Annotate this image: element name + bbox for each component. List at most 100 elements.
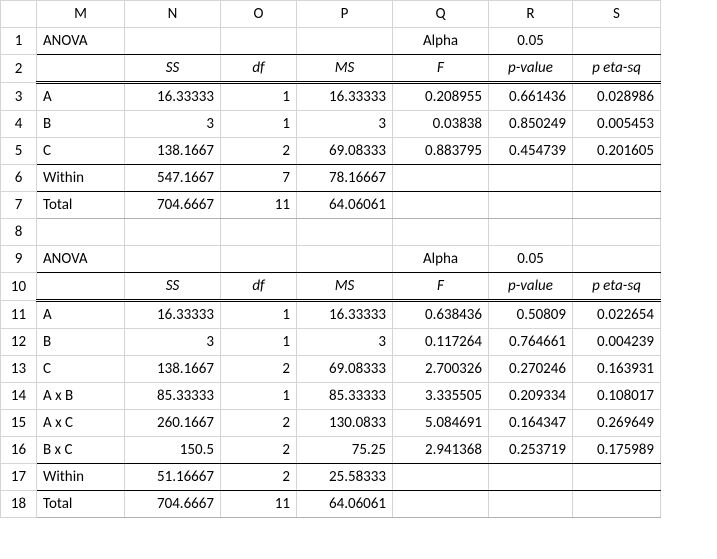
col-header-P[interactable]: P — [297, 1, 393, 28]
cell-Q6[interactable] — [393, 165, 489, 192]
cell-R11[interactable]: 0.50809 — [489, 301, 573, 329]
row-header-3[interactable]: 3 — [1, 83, 37, 111]
cell-N18[interactable]: 704.6667 — [125, 491, 221, 518]
col-header-R[interactable]: R — [489, 1, 573, 28]
cell-M18[interactable]: Total — [37, 491, 125, 518]
cell-M2[interactable] — [37, 55, 125, 83]
cell-N13[interactable]: 138.1667 — [125, 356, 221, 383]
cell-R13[interactable]: 0.270246 — [489, 356, 573, 383]
cell-R8[interactable] — [489, 219, 573, 246]
cell-O17[interactable]: 2 — [221, 464, 297, 491]
cell-Q18[interactable] — [393, 491, 489, 518]
cell-N9[interactable] — [125, 246, 221, 273]
col-header-M[interactable]: M — [37, 1, 125, 28]
cell-Q12[interactable]: 0.117264 — [393, 329, 489, 356]
cell-M4[interactable]: B — [37, 111, 125, 138]
cell-P4[interactable]: 3 — [297, 111, 393, 138]
cell-M9[interactable]: ANOVA — [37, 246, 125, 273]
row-header-1[interactable]: 1 — [1, 28, 37, 55]
cell-P16[interactable]: 75.25 — [297, 437, 393, 464]
cell-N5[interactable]: 138.1667 — [125, 138, 221, 165]
cell-P11[interactable]: 16.33333 — [297, 301, 393, 329]
cell-O2[interactable]: df — [221, 55, 297, 83]
cell-R17[interactable] — [489, 464, 573, 491]
cell-O12[interactable]: 1 — [221, 329, 297, 356]
cell-R6[interactable] — [489, 165, 573, 192]
cell-S13[interactable]: 0.163931 — [573, 356, 661, 383]
cell-P8[interactable] — [297, 219, 393, 246]
cell-O4[interactable]: 1 — [221, 111, 297, 138]
cell-S2[interactable]: p eta-sq — [573, 55, 661, 83]
cell-O15[interactable]: 2 — [221, 410, 297, 437]
row-header-2[interactable]: 2 — [1, 55, 37, 83]
spreadsheet-grid[interactable]: M N O P Q R S 1 ANOVA Alpha 0.05 2 SS df… — [0, 0, 661, 518]
row-header-9[interactable]: 9 — [1, 246, 37, 273]
cell-O7[interactable]: 11 — [221, 192, 297, 219]
col-header-S[interactable]: S — [573, 1, 661, 28]
cell-M3[interactable]: A — [37, 83, 125, 111]
cell-S4[interactable]: 0.005453 — [573, 111, 661, 138]
cell-S17[interactable] — [573, 464, 661, 491]
cell-R9[interactable]: 0.05 — [489, 246, 573, 273]
cell-P2[interactable]: MS — [297, 55, 393, 83]
cell-M16[interactable]: B x C — [37, 437, 125, 464]
cell-P12[interactable]: 3 — [297, 329, 393, 356]
cell-S16[interactable]: 0.175989 — [573, 437, 661, 464]
cell-M1[interactable]: ANOVA — [37, 28, 125, 55]
cell-P3[interactable]: 16.33333 — [297, 83, 393, 111]
cell-R7[interactable] — [489, 192, 573, 219]
cell-Q7[interactable] — [393, 192, 489, 219]
cell-N15[interactable]: 260.1667 — [125, 410, 221, 437]
cell-P9[interactable] — [297, 246, 393, 273]
cell-Q3[interactable]: 0.208955 — [393, 83, 489, 111]
cell-S11[interactable]: 0.022654 — [573, 301, 661, 329]
cell-Q17[interactable] — [393, 464, 489, 491]
cell-N12[interactable]: 3 — [125, 329, 221, 356]
cell-M7[interactable]: Total — [37, 192, 125, 219]
cell-O13[interactable]: 2 — [221, 356, 297, 383]
cell-R18[interactable] — [489, 491, 573, 518]
cell-M13[interactable]: C — [37, 356, 125, 383]
row-header-17[interactable]: 17 — [1, 464, 37, 491]
cell-P10[interactable]: MS — [297, 273, 393, 301]
cell-R5[interactable]: 0.454739 — [489, 138, 573, 165]
cell-N2[interactable]: SS — [125, 55, 221, 83]
cell-M12[interactable]: B — [37, 329, 125, 356]
cell-R16[interactable]: 0.253719 — [489, 437, 573, 464]
cell-M5[interactable]: C — [37, 138, 125, 165]
row-header-10[interactable]: 10 — [1, 273, 37, 301]
cell-R15[interactable]: 0.164347 — [489, 410, 573, 437]
cell-S7[interactable] — [573, 192, 661, 219]
cell-N11[interactable]: 16.33333 — [125, 301, 221, 329]
cell-O11[interactable]: 1 — [221, 301, 297, 329]
cell-M14[interactable]: A x B — [37, 383, 125, 410]
cell-Q4[interactable]: 0.03838 — [393, 111, 489, 138]
cell-N17[interactable]: 51.16667 — [125, 464, 221, 491]
row-header-11[interactable]: 11 — [1, 301, 37, 329]
cell-O8[interactable] — [221, 219, 297, 246]
cell-O6[interactable]: 7 — [221, 165, 297, 192]
cell-S6[interactable] — [573, 165, 661, 192]
row-header-13[interactable]: 13 — [1, 356, 37, 383]
cell-S5[interactable]: 0.201605 — [573, 138, 661, 165]
row-header-14[interactable]: 14 — [1, 383, 37, 410]
cell-S8[interactable] — [573, 219, 661, 246]
cell-M8[interactable] — [37, 219, 125, 246]
cell-N14[interactable]: 85.33333 — [125, 383, 221, 410]
cell-N8[interactable] — [125, 219, 221, 246]
col-header-Q[interactable]: Q — [393, 1, 489, 28]
cell-M11[interactable]: A — [37, 301, 125, 329]
cell-O18[interactable]: 11 — [221, 491, 297, 518]
cell-P13[interactable]: 69.08333 — [297, 356, 393, 383]
row-header-8[interactable]: 8 — [1, 219, 37, 246]
cell-P5[interactable]: 69.08333 — [297, 138, 393, 165]
col-header-N[interactable]: N — [125, 1, 221, 28]
cell-S15[interactable]: 0.269649 — [573, 410, 661, 437]
cell-O9[interactable] — [221, 246, 297, 273]
cell-P7[interactable]: 64.06061 — [297, 192, 393, 219]
row-header-12[interactable]: 12 — [1, 329, 37, 356]
cell-Q14[interactable]: 3.335505 — [393, 383, 489, 410]
cell-R14[interactable]: 0.209334 — [489, 383, 573, 410]
cell-N16[interactable]: 150.5 — [125, 437, 221, 464]
cell-N3[interactable]: 16.33333 — [125, 83, 221, 111]
